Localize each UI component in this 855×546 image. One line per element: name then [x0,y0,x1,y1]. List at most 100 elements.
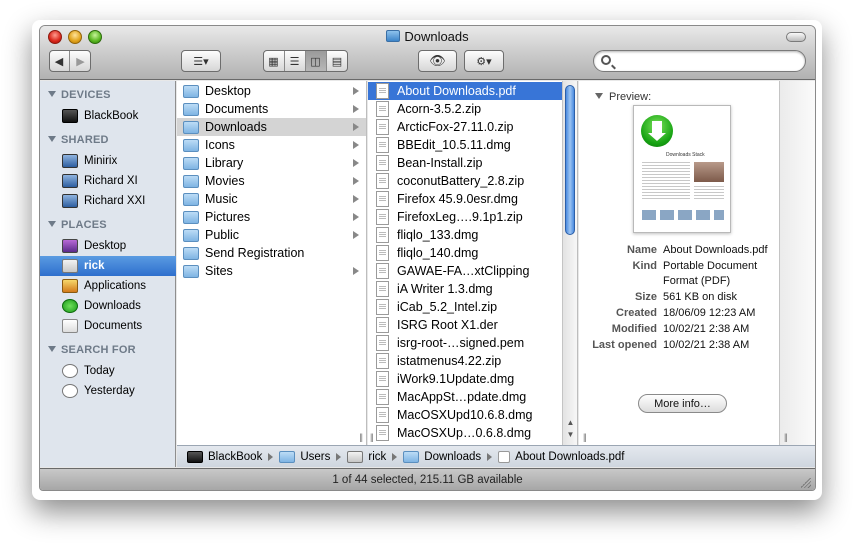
folder-row[interactable]: Movies [177,172,366,190]
file-icon [376,407,389,423]
sidebar-item-applications[interactable]: Applications [40,276,176,296]
search-input[interactable] [593,50,806,72]
folder-row[interactable]: Library [177,154,366,172]
file-row[interactable]: GAWAE-FA…xtClipping [368,262,563,280]
column-view-button[interactable]: ◫ [305,51,327,71]
list-view-button[interactable]: ☰ [285,51,306,71]
file-row[interactable]: Firefox 45.9.0esr.dmg [368,190,563,208]
downloads-icon [62,299,78,313]
file-row[interactable]: isrg-root-…signed.pem [368,334,563,352]
column-resize-handle[interactable]: || [784,432,788,442]
sidebar-item-richard-xi[interactable]: Richard XI [40,171,176,191]
file-info: Name About Downloads.pdf Kind Portable Docu… [579,243,789,354]
folder-row[interactable]: Desktop [177,82,366,100]
file-row[interactable]: FirefoxLeg….9.1p1.zip [368,208,563,226]
file-icon [376,317,389,333]
file-row[interactable]: coconutBattery_2.8.zip [368,172,563,190]
file-row[interactable]: About Downloads.pdf [368,82,563,100]
folder-icon [403,450,420,463]
chevron-right-icon [353,159,359,167]
coverflow-view-button[interactable]: ▤ [327,51,348,71]
path-segment[interactable]: Downloads [403,450,481,463]
info-row-created: Created 18/06/09 12:23 AM [616,307,756,319]
path-separator-icon [268,452,274,461]
sidebar-header-places[interactable]: PLACES [48,219,107,231]
path-segment[interactable]: About Downloads.pdf [498,450,625,463]
column-resize-handle[interactable]: || [370,432,374,442]
sidebar-item-today[interactable]: Today [40,361,176,381]
disclosure-triangle-icon[interactable] [48,221,56,227]
arrange-button[interactable]: ☰▾ [181,50,221,72]
file-row[interactable]: MacOSXUp…0.6.8.dmg [368,424,563,442]
folder-row[interactable]: Documents [177,100,366,118]
finder-window: Downloads ◀ ▶ ☰▾ ▦ ☰ ◫ ▤ 👁 ⚙ ▾ DEVICES Bla… [39,25,816,491]
path-separator-icon [392,452,398,461]
sidebar-item-desktop[interactable]: Desktop [40,236,176,256]
file-icon [376,371,389,387]
folder-row[interactable]: Downloads [177,118,366,136]
resize-grip[interactable] [801,478,811,488]
sidebar-item-documents[interactable]: Documents [40,316,176,336]
search-icon [601,55,611,65]
scroll-arrows[interactable]: ▲ ▼ [563,417,577,441]
column-resize-handle[interactable]: || [583,432,587,442]
file-row[interactable]: istatmenus4.22.zip [368,352,563,370]
sidebar-header-search-for[interactable]: SEARCH FOR [48,344,136,356]
folder-row[interactable]: Icons [177,136,366,154]
path-separator-icon [336,452,342,461]
file-row[interactable]: Bean-Install.zip [368,154,563,172]
folder-row[interactable]: Sites [177,262,366,280]
sidebar-header-devices[interactable]: DEVICES [48,89,111,101]
sidebar-item-minirix[interactable]: Minirix [40,151,176,171]
file-row[interactable]: fliqlo_133.dmg [368,226,563,244]
file-icon [376,101,389,117]
path-segment[interactable]: Users [279,450,330,463]
folder-row[interactable]: Send Registration [177,244,366,262]
file-icon [376,389,389,405]
file-row[interactable]: iCab_5.2_Intel.zip [368,298,563,316]
sidebar-item-yesterday[interactable]: Yesterday [40,381,176,401]
action-button[interactable]: ⚙ ▾ [464,50,504,72]
file-icon [376,209,389,225]
folder-row[interactable]: Public [177,226,366,244]
sidebar-item-rick[interactable]: rick [40,256,176,276]
more-info-button[interactable]: More info… [638,394,727,413]
back-button[interactable]: ◀ [49,51,70,71]
file-row[interactable]: iA Writer 1.3.dmg [368,280,563,298]
disclosure-triangle-icon[interactable] [48,136,56,142]
folder-row[interactable]: Music [177,190,366,208]
file-row[interactable]: Acorn-3.5.2.zip [368,100,563,118]
disclosure-triangle-icon[interactable] [48,91,56,97]
file-row[interactable]: iWork9.1Update.dmg [368,370,563,388]
path-segment[interactable]: BlackBook [187,450,262,463]
forward-button[interactable]: ▶ [70,51,91,71]
disclosure-triangle-icon[interactable] [48,346,56,352]
clock-icon [62,384,78,398]
sidebar-header-shared[interactable]: SHARED [48,134,109,146]
folder-row[interactable]: Pictures [177,208,366,226]
monitor-icon [62,194,78,208]
icon-view-button[interactable]: ▦ [264,51,285,71]
file-row[interactable]: BBEdit_10.5.11.dmg [368,136,563,154]
file-row[interactable]: fliqlo_140.dmg [368,244,563,262]
file-row[interactable]: ArcticFox-27.11.0.zip [368,118,563,136]
column-resize-handle[interactable]: || [359,432,363,442]
vertical-scrollbar[interactable]: ▲ ▼ [562,81,577,445]
scroll-thumb[interactable] [565,85,575,235]
home-icon [347,450,364,463]
file-icon [376,155,389,171]
file-row[interactable]: MacOSXUpd10.6.8.dmg [368,406,563,424]
quick-look-button[interactable]: 👁 [418,50,457,72]
info-row-size: Size 561 KB on disk [634,291,737,303]
chevron-right-icon [353,195,359,203]
sidebar-item-richard-xxi[interactable]: Richard XXI [40,191,176,211]
preview-scrollbar[interactable]: || [779,81,815,445]
sidebar-item-downloads[interactable]: Downloads [40,296,176,316]
folder-icon [183,264,199,278]
path-segment[interactable]: rick [347,450,386,463]
sidebar-item-blackbook[interactable]: BlackBook [40,106,176,126]
toolbar-toggle-button[interactable] [786,32,806,42]
disclosure-triangle-icon[interactable] [595,93,603,99]
file-row[interactable]: ISRG Root X1.der [368,316,563,334]
file-row[interactable]: MacAppSt…pdate.dmg [368,388,563,406]
